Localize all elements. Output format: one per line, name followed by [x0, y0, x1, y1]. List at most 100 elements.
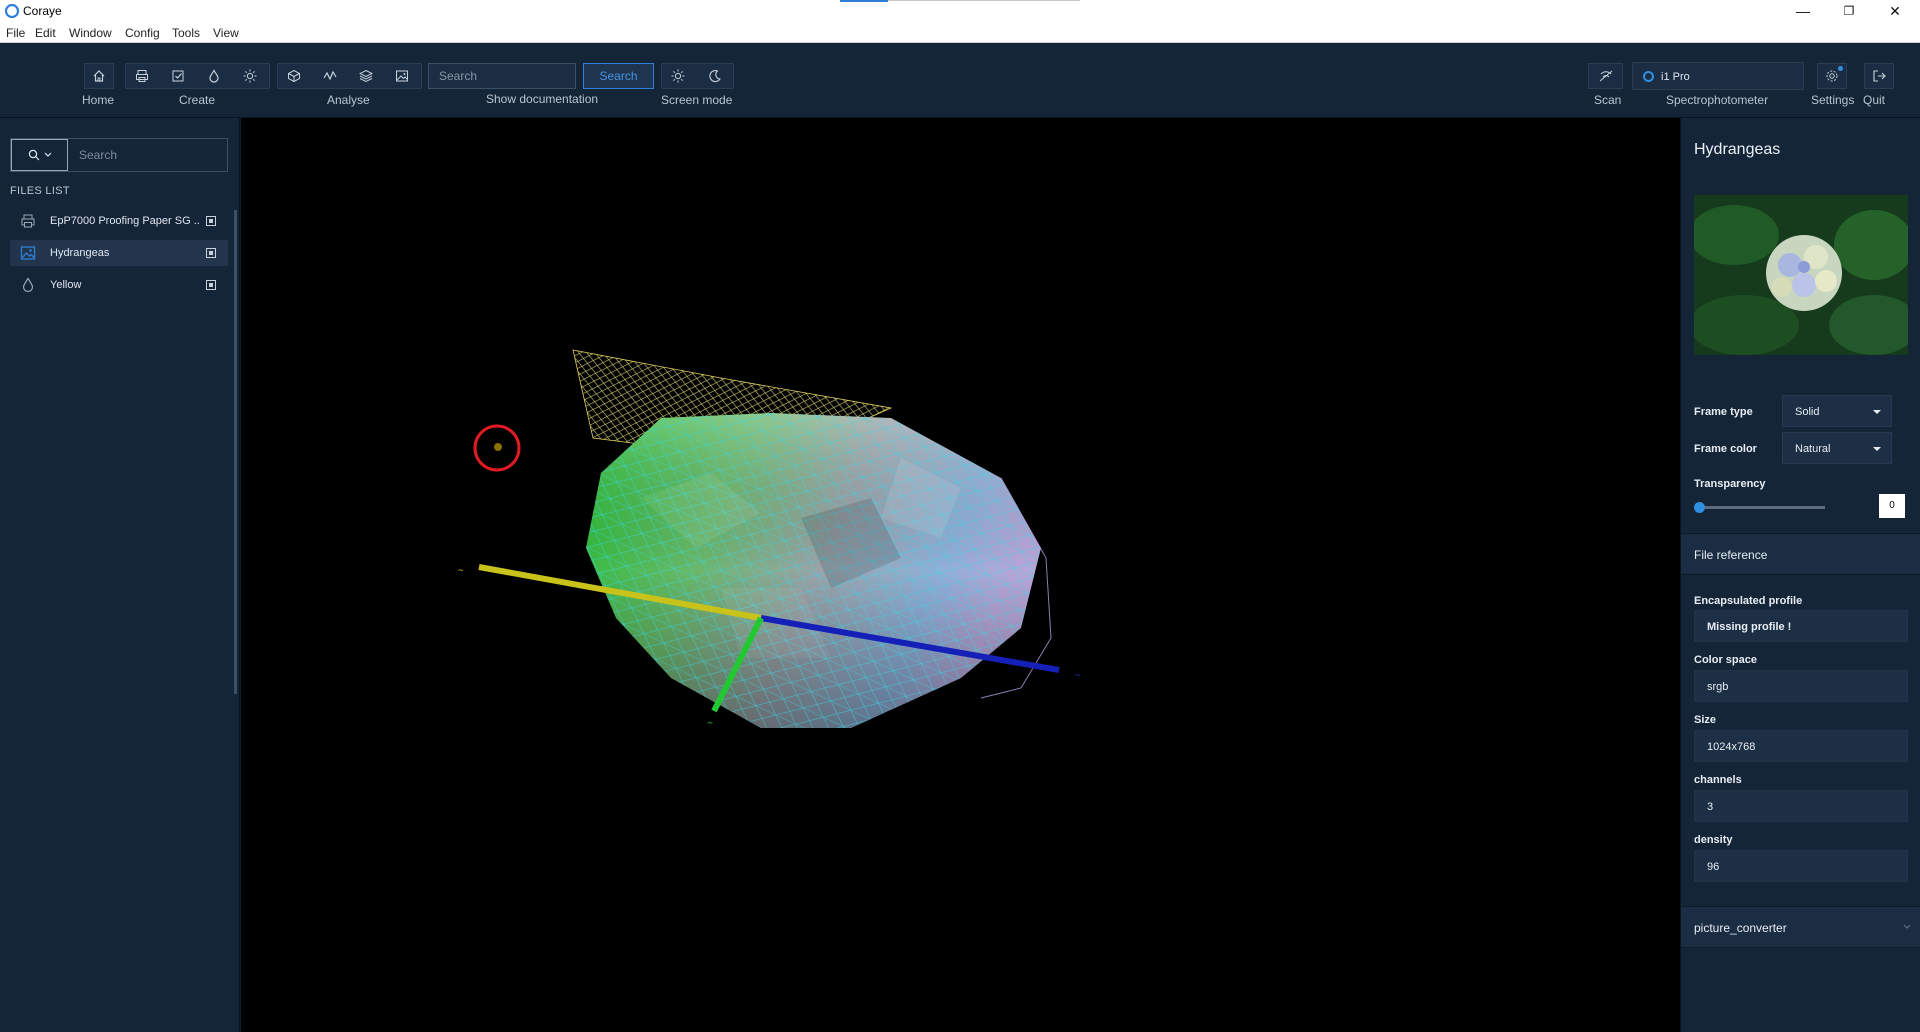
settings-label: Settings [1811, 93, 1855, 107]
main-toolbar: Home Create Analyse Search Search Show d… [0, 43, 1920, 118]
file-name: Hydrangeas [50, 247, 110, 259]
files-list-heading: FILES LIST [10, 185, 70, 197]
analyse-label: Analyse [327, 93, 370, 107]
picture-converter-section[interactable]: picture_converter [1681, 906, 1920, 948]
documentation-search-input[interactable]: Search [428, 63, 576, 89]
create-checklist-button[interactable] [163, 63, 193, 89]
file-item-epp7000[interactable]: EpP7000 Proofing Paper SG ... [10, 208, 228, 234]
minimize-button[interactable]: — [1780, 0, 1826, 22]
create-printer-button[interactable] [127, 63, 157, 89]
home-button[interactable] [84, 63, 114, 89]
frame-type-select[interactable]: Solid [1782, 395, 1892, 427]
channels-value: 3 [1707, 801, 1714, 813]
create-color-button[interactable] [199, 63, 229, 89]
notification-dot [1838, 66, 1843, 71]
gear-icon [1826, 70, 1838, 82]
size-value: 1024x768 [1707, 741, 1756, 753]
frame-type-label: Frame type [1694, 406, 1753, 418]
menu-window[interactable]: Window [69, 26, 112, 40]
gamut-3d-icon [288, 69, 300, 83]
printer-icon [136, 70, 148, 82]
gamut-3d-scene[interactable]: ~ ~ ~ [241, 118, 1680, 1032]
analyse-3d-button[interactable] [279, 63, 309, 89]
encapsulated-profile-label: Encapsulated profile [1694, 595, 1803, 607]
axis-blue-end-glyph: ~ [1075, 671, 1081, 681]
menu-bar: File Edit Window Config Tools View [0, 22, 1920, 43]
frame-color-select[interactable]: Natural [1782, 432, 1892, 464]
scan-off-icon [1599, 70, 1612, 82]
color-space-field: srgb [1694, 670, 1908, 702]
file-reference-section[interactable]: File reference [1681, 533, 1920, 575]
analyse-layers-button[interactable] [351, 63, 381, 89]
file-checkbox[interactable] [206, 280, 216, 290]
highlight-point[interactable] [494, 443, 502, 451]
dark-mode-button[interactable] [700, 63, 730, 89]
file-name: Yellow [50, 279, 82, 291]
logout-icon [1873, 70, 1886, 82]
properties-panel: Hydrangeas Frame type Solid Frame color … [1680, 118, 1920, 1032]
gamut-wireframe [586, 413, 1041, 728]
show-documentation-label: Show documentation [486, 92, 599, 106]
file-search-input[interactable]: Search [79, 148, 117, 162]
close-button[interactable]: ✕ [1872, 0, 1918, 22]
create-light-button[interactable] [235, 63, 265, 89]
file-checkbox[interactable] [206, 216, 216, 226]
file-reference-heading: File reference [1694, 548, 1768, 562]
light-mode-button[interactable] [663, 63, 693, 89]
picture-converter-heading: picture_converter [1694, 921, 1787, 935]
title-accent-line [840, 0, 888, 2]
screen-mode-label: Screen mode [661, 93, 733, 107]
encapsulated-profile-field: Missing profile ! [1694, 610, 1908, 642]
sun-icon [671, 69, 685, 83]
axis-green-end-glyph: ~ [707, 718, 713, 729]
image-icon [20, 246, 36, 260]
file-item-hydrangeas[interactable]: Hydrangeas [10, 240, 228, 266]
density-field: 96 [1694, 850, 1908, 882]
curve-icon [323, 70, 337, 81]
transparency-value-input[interactable]: 0 [1879, 494, 1905, 518]
spectrophotometer-label: Spectrophotometer [1666, 93, 1769, 107]
documentation-search-button[interactable]: Search [583, 63, 654, 89]
search-icon [28, 149, 39, 161]
frame-color-value: Natural [1795, 443, 1831, 455]
menu-config[interactable]: Config [125, 26, 160, 40]
transparency-slider-track[interactable] [1698, 506, 1825, 509]
hydrangea-thumbnail-image [1694, 195, 1908, 355]
search-filter-button[interactable] [11, 139, 68, 171]
axis-yellow-end-glyph: ~ [458, 566, 464, 576]
size-label: Size [1694, 714, 1717, 726]
layers-icon [359, 69, 373, 83]
frame-type-value: Solid [1795, 406, 1820, 418]
chevron-down-icon [1903, 924, 1911, 929]
file-checkbox[interactable] [206, 248, 216, 258]
channels-field: 3 [1694, 790, 1908, 822]
quit-button[interactable] [1864, 63, 1894, 89]
spectrophotometer-select[interactable]: i1 Pro [1632, 62, 1804, 90]
color-space-value: srgb [1707, 681, 1729, 693]
file-item-yellow[interactable]: Yellow [10, 272, 228, 298]
sidebar-scrollbar[interactable] [234, 210, 237, 694]
menu-edit[interactable]: Edit [35, 26, 56, 40]
transparency-slider-thumb[interactable] [1694, 502, 1705, 513]
title-bar: Coraye — ❐ ✕ [0, 0, 1920, 22]
analyse-image-button[interactable] [387, 63, 417, 89]
printer-icon [21, 214, 35, 228]
analyse-curve-button[interactable] [315, 63, 345, 89]
menu-tools[interactable]: Tools [172, 26, 200, 40]
gamut-3d-viewport[interactable]: ~ ~ ~ [241, 118, 1680, 1032]
restore-button[interactable]: ❐ [1826, 0, 1872, 22]
spectrophotometer-value: i1 Pro [1661, 71, 1690, 83]
sun-icon [243, 69, 257, 83]
menu-view[interactable]: View [213, 26, 239, 40]
chevron-down-icon [1873, 410, 1881, 414]
home-label: Home [82, 93, 115, 107]
home-icon [93, 70, 105, 82]
moon-icon [709, 70, 721, 83]
density-value: 96 [1707, 861, 1720, 873]
image-thumbnail [1694, 195, 1908, 355]
settings-button[interactable] [1817, 63, 1847, 89]
color-space-label: Color space [1694, 654, 1757, 666]
menu-file[interactable]: File [6, 26, 25, 40]
scan-button[interactable] [1588, 63, 1623, 89]
chevron-down-icon [44, 152, 51, 157]
